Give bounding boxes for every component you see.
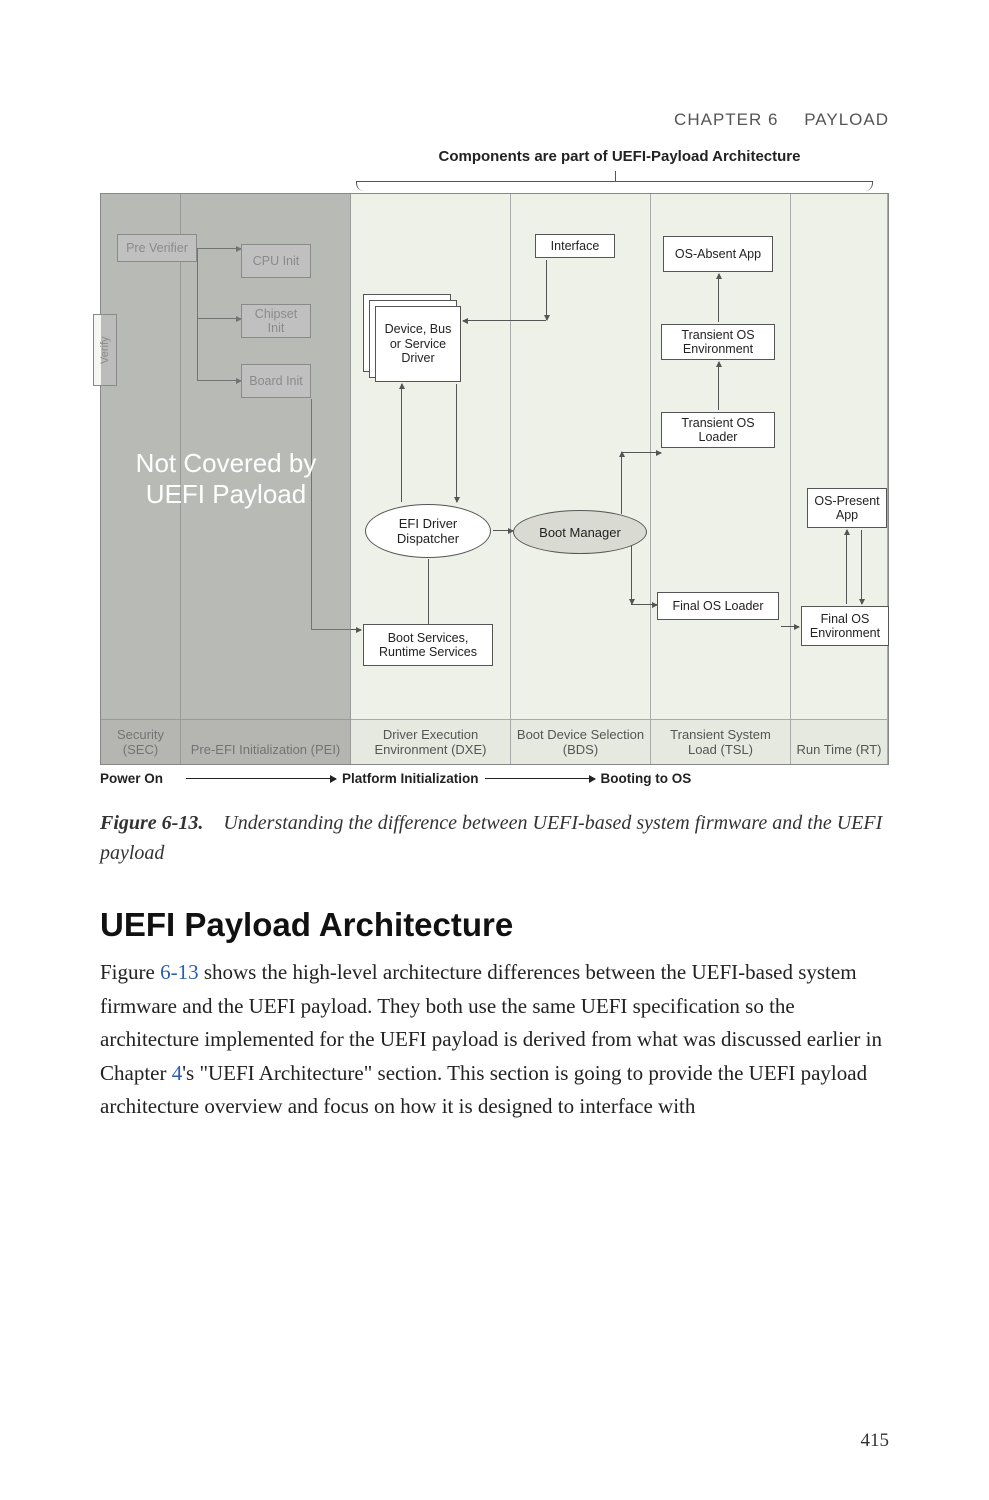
col-dxe: Driver Execution Environment (DXE)	[351, 194, 511, 764]
timeline: Power On Platform Initialization Booting…	[100, 765, 889, 786]
col-sec: Security (SEC)	[101, 194, 181, 764]
para-text: Figure	[100, 960, 160, 984]
phase-sec: Security (SEC)	[105, 727, 176, 758]
chapter-label: CHAPTER 6	[674, 110, 778, 129]
figure-caption-text: Understanding the difference between UEF…	[100, 812, 882, 864]
timeline-booting: Booting to OS	[601, 771, 692, 786]
arrow-icon	[186, 778, 336, 780]
chapter-ref-link[interactable]: 4	[172, 1061, 183, 1085]
bracket-icon	[350, 167, 879, 193]
phase-bds: Boot Device Selection (BDS)	[515, 727, 646, 758]
box-final-loader: Final OS Loader	[657, 592, 779, 620]
phase-pei: Pre-EFI Initialization (PEI)	[185, 742, 346, 758]
para-text: 's "UEFI Architecture" section. This sec…	[100, 1061, 867, 1119]
figure-top-title: Components are part of UEFI-Payload Arch…	[350, 148, 889, 165]
section-heading: UEFI Payload Architecture	[100, 906, 889, 944]
figure-6-13: Components are part of UEFI-Payload Arch…	[100, 148, 889, 868]
architecture-diagram: Security (SEC) Pre-EFI Initialization (P…	[100, 193, 889, 765]
box-board-init: Board Init	[241, 364, 311, 398]
box-pre-verifier: Pre Verifier	[117, 234, 197, 262]
box-device-driver: Device, Bus or Service Driver	[375, 306, 461, 382]
col-pei: Pre-EFI Initialization (PEI)	[181, 194, 351, 764]
box-os-present-app: OS-Present App	[807, 488, 887, 528]
phase-rt: Run Time (RT)	[795, 742, 883, 758]
timeline-poweron: Power On	[100, 771, 180, 786]
chapter-title: PAYLOAD	[804, 110, 889, 129]
arrow-icon	[485, 778, 595, 780]
phase-dxe: Driver Execution Environment (DXE)	[355, 727, 506, 758]
timeline-platform-init: Platform Initialization	[342, 771, 479, 786]
phase-tsl: Transient System Load (TSL)	[655, 727, 786, 758]
col-rt: Run Time (RT)	[791, 194, 888, 764]
box-interface: Interface	[535, 234, 615, 258]
box-efi-dispatcher: EFI Driver Dispatcher	[365, 504, 491, 558]
box-boot-manager: Boot Manager	[513, 510, 647, 554]
figure-number: Figure 6-13.	[100, 812, 203, 834]
box-final-os-env: Final OS Environment	[801, 606, 889, 646]
figure-ref-link[interactable]: 6-13	[160, 960, 199, 984]
running-head: CHAPTER 6 PAYLOAD	[674, 110, 889, 130]
page-number: 415	[861, 1430, 890, 1452]
box-cpu-init: CPU Init	[241, 244, 311, 278]
box-verify: Verify	[93, 314, 117, 386]
body-paragraph: Figure 6-13 shows the high-level archite…	[100, 956, 889, 1124]
box-transient-env: Transient OS Environment	[661, 324, 775, 360]
figure-caption: Figure 6-13. Understanding the differenc…	[100, 808, 889, 868]
col-tsl: Transient System Load (TSL)	[651, 194, 791, 764]
box-boot-services: Boot Services, Runtime Services	[363, 624, 493, 666]
col-bds: Boot Device Selection (BDS)	[511, 194, 651, 764]
box-os-absent-app: OS-Absent App	[663, 236, 773, 272]
box-chipset-init: Chipset Init	[241, 304, 311, 338]
box-transient-loader: Transient OS Loader	[661, 412, 775, 448]
